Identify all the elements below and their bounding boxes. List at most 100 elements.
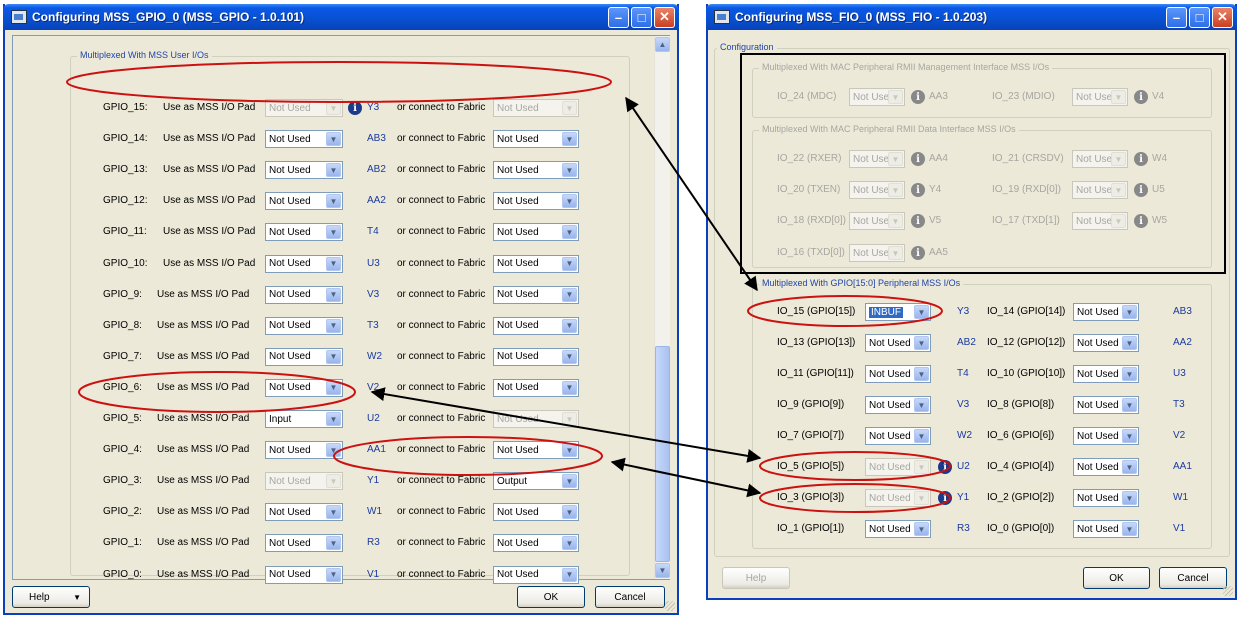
info-icon[interactable]: i: [938, 460, 952, 474]
io-select[interactable]: Not Used ▼: [1073, 303, 1139, 321]
chevron-down-icon[interactable]: ▼: [1122, 429, 1137, 443]
chevron-down-icon[interactable]: ▼: [562, 101, 577, 115]
io-select[interactable]: Not Used ▼: [865, 427, 931, 445]
title-bar[interactable]: Configuring MSS_GPIO_0 (MSS_GPIO - 1.0.1…: [3, 4, 679, 30]
io-select[interactable]: Not Used ▼: [865, 396, 931, 414]
chevron-down-icon[interactable]: ▼: [326, 101, 341, 115]
fabric-select[interactable]: Not Used ▼: [493, 378, 579, 397]
pad-select[interactable]: Not Used ▼: [265, 254, 343, 273]
fabric-select[interactable]: Output ▼: [493, 472, 579, 491]
chevron-down-icon[interactable]: ▼: [562, 349, 577, 364]
chevron-down-icon[interactable]: ▼: [1122, 491, 1137, 505]
pad-select[interactable]: Input ▼: [265, 410, 343, 428]
fabric-select[interactable]: Not Used ▼: [493, 347, 579, 366]
ok-button[interactable]: OK: [517, 586, 585, 608]
fabric-select[interactable]: Not Used ▼: [493, 534, 579, 553]
chevron-down-icon[interactable]: ▼: [562, 318, 577, 333]
chevron-down-icon[interactable]: ▼: [326, 536, 341, 551]
ok-button[interactable]: OK: [1083, 567, 1150, 589]
pad-select[interactable]: Not Used ▼: [265, 223, 343, 242]
chevron-down-icon[interactable]: ▼: [562, 132, 577, 147]
io-select[interactable]: Not Used ▼: [1073, 396, 1139, 414]
vertical-scrollbar[interactable]: ▲ ▼: [654, 36, 670, 579]
chevron-down-icon[interactable]: ▼: [914, 367, 929, 381]
io-select[interactable]: Not Used ▼: [865, 489, 931, 507]
pad-select[interactable]: Not Used ▼: [265, 161, 343, 180]
scroll-up-icon[interactable]: ▲: [655, 37, 670, 52]
chevron-down-icon[interactable]: ▼: [562, 536, 577, 551]
chevron-down-icon[interactable]: ▼: [1122, 336, 1137, 350]
close-icon[interactable]: ✕: [1212, 6, 1233, 28]
pad-select[interactable]: Not Used ▼: [265, 378, 343, 397]
chevron-down-icon[interactable]: ▼: [914, 398, 929, 412]
chevron-down-icon[interactable]: ▼: [562, 225, 577, 240]
chevron-down-icon[interactable]: ▼: [914, 460, 929, 474]
close-icon[interactable]: ✕: [654, 6, 675, 28]
io-select[interactable]: Not Used ▼: [1073, 489, 1139, 507]
chevron-down-icon[interactable]: ▼: [562, 194, 577, 209]
fabric-select[interactable]: Not Used ▼: [493, 565, 579, 584]
chevron-down-icon[interactable]: ▼: [326, 505, 341, 520]
pad-select[interactable]: Not Used ▼: [265, 130, 343, 149]
chevron-down-icon[interactable]: ▼: [1122, 522, 1137, 536]
info-icon[interactable]: i: [938, 491, 952, 505]
cancel-button[interactable]: Cancel: [595, 586, 665, 608]
minimize-icon[interactable]: –: [608, 6, 629, 28]
chevron-down-icon[interactable]: ▼: [562, 163, 577, 178]
fabric-select[interactable]: Not Used ▼: [493, 161, 579, 180]
io-select[interactable]: Not Used ▼: [1073, 427, 1139, 445]
fabric-select[interactable]: Not Used ▼: [493, 99, 579, 117]
chevron-down-icon[interactable]: ▼: [326, 194, 341, 209]
fabric-select[interactable]: Not Used ▼: [493, 410, 579, 428]
chevron-down-icon[interactable]: ▼: [326, 474, 341, 489]
maximize-icon[interactable]: □: [1189, 6, 1210, 28]
chevron-down-icon[interactable]: ▼: [326, 287, 341, 302]
chevron-down-icon[interactable]: ▼: [562, 567, 577, 582]
fabric-select[interactable]: Not Used ▼: [493, 192, 579, 211]
pad-select[interactable]: Not Used ▼: [265, 534, 343, 553]
pad-select[interactable]: Not Used ▼: [265, 347, 343, 366]
chevron-down-icon[interactable]: ▼: [914, 336, 929, 350]
chevron-down-icon[interactable]: ▼: [326, 163, 341, 178]
cancel-button[interactable]: Cancel: [1159, 567, 1227, 589]
pad-select[interactable]: Not Used ▼: [265, 441, 343, 460]
pad-select[interactable]: Not Used ▼: [265, 503, 343, 522]
pad-select[interactable]: Not Used ▼: [265, 565, 343, 584]
minimize-icon[interactable]: –: [1166, 6, 1187, 28]
chevron-down-icon[interactable]: ▼: [326, 443, 341, 458]
chevron-down-icon[interactable]: ▼: [326, 132, 341, 147]
io-select[interactable]: Not Used ▼: [1073, 334, 1139, 352]
pad-select[interactable]: Not Used ▼: [265, 285, 343, 304]
chevron-down-icon[interactable]: ▼: [914, 305, 929, 319]
chevron-down-icon[interactable]: ▼: [562, 256, 577, 271]
fabric-select[interactable]: Not Used ▼: [493, 285, 579, 304]
fabric-select[interactable]: Not Used ▼: [493, 316, 579, 335]
chevron-down-icon[interactable]: ▼: [914, 491, 929, 505]
fabric-select[interactable]: Not Used ▼: [493, 441, 579, 460]
fabric-select[interactable]: Not Used ▼: [493, 130, 579, 149]
chevron-down-icon[interactable]: ▼: [562, 380, 577, 395]
fabric-select[interactable]: Not Used ▼: [493, 503, 579, 522]
chevron-down-icon[interactable]: ▼: [914, 522, 929, 536]
help-button[interactable]: Help ▼: [12, 586, 90, 608]
io-select[interactable]: Not Used ▼: [1073, 365, 1139, 383]
chevron-down-icon[interactable]: ▼: [562, 505, 577, 520]
io-select[interactable]: Not Used ▼: [1073, 458, 1139, 476]
scroll-down-icon[interactable]: ▼: [655, 563, 670, 578]
io-select[interactable]: Not Used ▼: [865, 365, 931, 383]
chevron-down-icon[interactable]: ▼: [326, 256, 341, 271]
chevron-down-icon[interactable]: ▼: [1122, 460, 1137, 474]
pad-select[interactable]: Not Used ▼: [265, 472, 343, 491]
chevron-down-icon[interactable]: ▼: [562, 443, 577, 458]
chevron-down-icon[interactable]: ▼: [1122, 305, 1137, 319]
resize-grip[interactable]: [1223, 586, 1233, 596]
maximize-icon[interactable]: □: [631, 6, 652, 28]
pad-select[interactable]: Not Used ▼: [265, 192, 343, 211]
io-select[interactable]: Not Used ▼: [865, 520, 931, 538]
chevron-down-icon[interactable]: ▼: [914, 429, 929, 443]
chevron-down-icon[interactable]: ▼: [326, 318, 341, 333]
io-select[interactable]: Not Used ▼: [865, 458, 931, 476]
fabric-select[interactable]: Not Used ▼: [493, 254, 579, 273]
chevron-down-icon[interactable]: ▼: [326, 349, 341, 364]
scroll-thumb[interactable]: [655, 346, 670, 562]
